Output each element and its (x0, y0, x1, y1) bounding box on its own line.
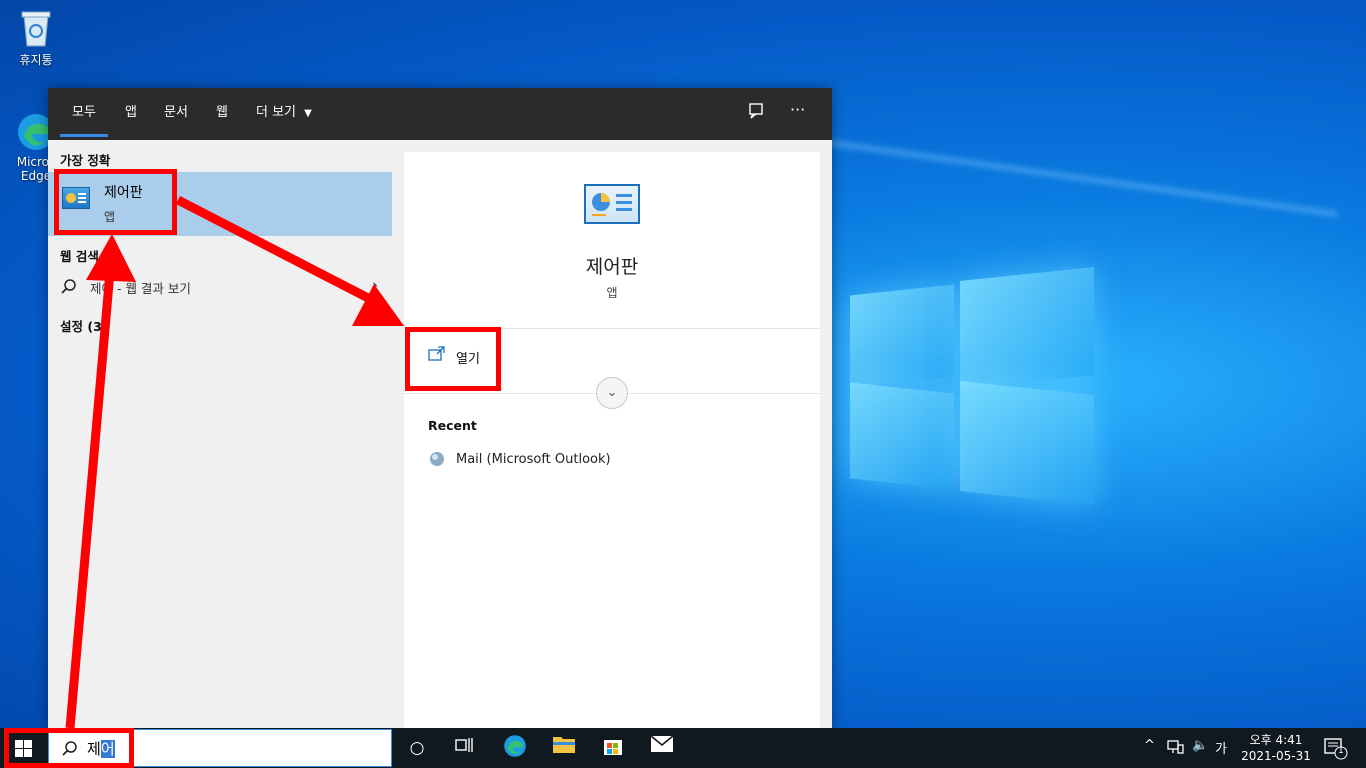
tab-all[interactable]: 모두 (60, 88, 108, 140)
volume-icon[interactable]: 🔈 (1192, 738, 1208, 753)
recent-header: Recent (428, 418, 477, 433)
mail-icon[interactable] (647, 734, 677, 762)
notification-count: 1 (1338, 746, 1344, 756)
file-explorer-icon[interactable] (549, 734, 579, 762)
clock-date[interactable]: 2021-05-31 (1236, 749, 1316, 763)
best-match-header: 가장 정확 (60, 153, 111, 168)
annotation-box-best-match (54, 169, 177, 235)
search-tabs-bar: 모두 앱 문서 웹 더 보기 ▼ ··· (48, 88, 832, 140)
wallpaper-light-beam (822, 138, 1338, 218)
annotation-box-open (405, 327, 501, 391)
mail-app-icon (430, 452, 444, 466)
tab-more[interactable]: 더 보기 ▼ (256, 88, 312, 140)
chevron-right-icon: › (372, 276, 378, 294)
annotation-box-search (4, 728, 134, 768)
task-view-icon[interactable] (449, 734, 479, 762)
cortana-icon[interactable]: ○ (402, 734, 432, 762)
chevron-down-icon: ▼ (304, 108, 312, 119)
detail-title: 제어판 (585, 256, 639, 278)
tray-chevron-up-icon[interactable]: ^ (1144, 738, 1155, 753)
network-icon[interactable] (1166, 739, 1184, 759)
detail-pane: 제어판 앱 열기 ⌄ Recent Mail (Microsoft Outloo… (404, 152, 820, 728)
clock-time[interactable]: 오후 4:41 (1236, 731, 1316, 748)
web-search-header: 웹 검색 (60, 249, 99, 264)
store-icon[interactable] (598, 734, 628, 762)
wallpaper-windows-logo (836, 238, 1116, 538)
control-panel-large-icon (584, 184, 640, 224)
notification-center-icon[interactable]: 1 (1324, 738, 1348, 764)
edge-taskbar-icon[interactable] (500, 734, 530, 762)
more-options-icon[interactable]: ··· (790, 100, 805, 119)
tab-apps[interactable]: 앱 (125, 88, 137, 140)
settings-header[interactable]: 설정 (3) (60, 316, 107, 335)
tab-web[interactable]: 웹 (216, 88, 228, 140)
ime-indicator[interactable]: 가 (1215, 738, 1227, 757)
detail-type: 앱 (606, 286, 618, 300)
recent-item-label: Mail (Microsoft Outlook) (456, 452, 611, 467)
recycle-bin-icon (21, 11, 51, 47)
search-icon (61, 279, 76, 294)
expand-chevron-icon[interactable]: ⌄ (596, 377, 628, 409)
tab-more-label: 더 보기 (256, 105, 297, 120)
web-search-result[interactable]: 제어 - 웹 결과 보기 › (48, 272, 392, 302)
web-search-text: 제어 - 웹 결과 보기 (90, 281, 191, 296)
feedback-icon[interactable] (748, 102, 766, 124)
recycle-bin-label: 휴지통 (19, 53, 53, 67)
taskbar: 제어 ○ ^ 🔈 가 오후 4:41 2021-05-31 1 (0, 728, 1366, 768)
tab-documents[interactable]: 문서 (164, 88, 188, 140)
recycle-bin-desktop-icon[interactable]: 휴지통 (6, 8, 66, 68)
